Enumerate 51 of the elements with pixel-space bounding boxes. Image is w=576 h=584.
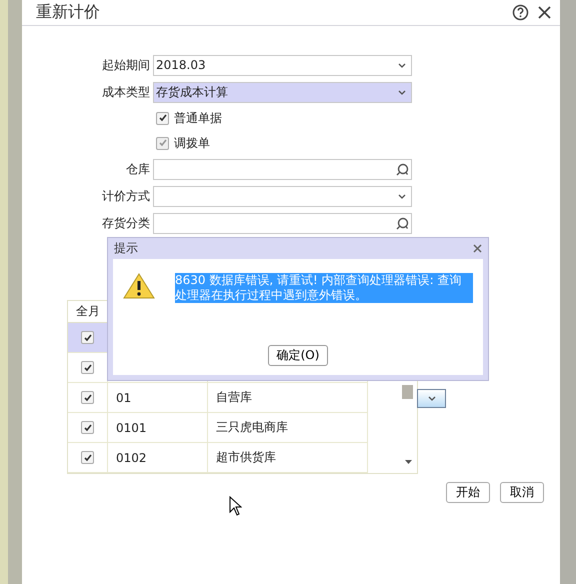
lookup-field[interactable]: [153, 212, 412, 234]
table-cell: 0101: [108, 413, 208, 443]
field-label: 存货分类: [101, 214, 150, 232]
alert-title: 提示: [114, 240, 139, 257]
row-checkbox[interactable]: [81, 361, 94, 374]
field-label: 计价方式: [101, 188, 150, 204]
select-field[interactable]: 2018.03: [153, 54, 412, 76]
table-cell: 三只虎电商库: [208, 413, 368, 443]
select-field[interactable]: [153, 186, 412, 206]
field-label: 起始期间: [101, 56, 150, 74]
table-cell: 自营库: [208, 383, 368, 413]
table-cell: 01: [108, 383, 208, 413]
check-icon: [158, 114, 166, 122]
row-checkbox[interactable]: [81, 451, 94, 464]
check-icon: [84, 364, 92, 372]
close-icon[interactable]: [537, 5, 552, 20]
mouse-cursor-icon: [229, 496, 242, 516]
scrollbar-thumb[interactable]: [402, 385, 413, 399]
chevron-down-icon: [398, 62, 406, 68]
check-icon: [158, 139, 166, 147]
field-label: 仓库: [125, 160, 150, 178]
ok-button[interactable]: 确定(O): [268, 345, 328, 366]
check-icon: [84, 454, 92, 462]
dialog-button[interactable]: 取消: [500, 482, 544, 503]
checkbox-label: 调拨单: [174, 134, 210, 152]
chevron-down-icon: [428, 396, 436, 401]
close-icon[interactable]: [473, 244, 482, 253]
dialog-title: 重新计价: [36, 2, 101, 23]
help-icon[interactable]: [512, 4, 529, 21]
row-checkbox[interactable]: [81, 331, 94, 344]
table-cell: 超市供货库: [208, 443, 368, 473]
scroll-down-icon[interactable]: [404, 460, 412, 464]
chevron-down-icon: [398, 194, 406, 198]
chevron-down-icon: [398, 90, 406, 94]
row-checkbox[interactable]: [81, 421, 94, 434]
dropdown-button[interactable]: [417, 389, 446, 408]
select-field[interactable]: 存货成本计算: [153, 82, 412, 102]
check-icon: [84, 424, 92, 432]
warning-icon: [123, 273, 155, 299]
field-label: 成本类型: [101, 84, 150, 100]
dialog-button[interactable]: 开始: [446, 482, 490, 503]
table-cell: 0102: [108, 443, 208, 473]
check-icon: [84, 334, 92, 342]
search-icon: [396, 216, 408, 230]
alert-message: 8630 数据库错误, 请重试! 内部查询处理器错误: 查询处理器在执行过程中遇到意外错误。: [175, 273, 473, 303]
lookup-field[interactable]: [153, 158, 412, 180]
row-checkbox[interactable]: [81, 391, 94, 404]
checkbox[interactable]: [156, 112, 169, 124]
search-icon: [396, 162, 408, 176]
checkbox-label: 普通单据: [174, 110, 222, 126]
check-icon: [84, 394, 92, 402]
